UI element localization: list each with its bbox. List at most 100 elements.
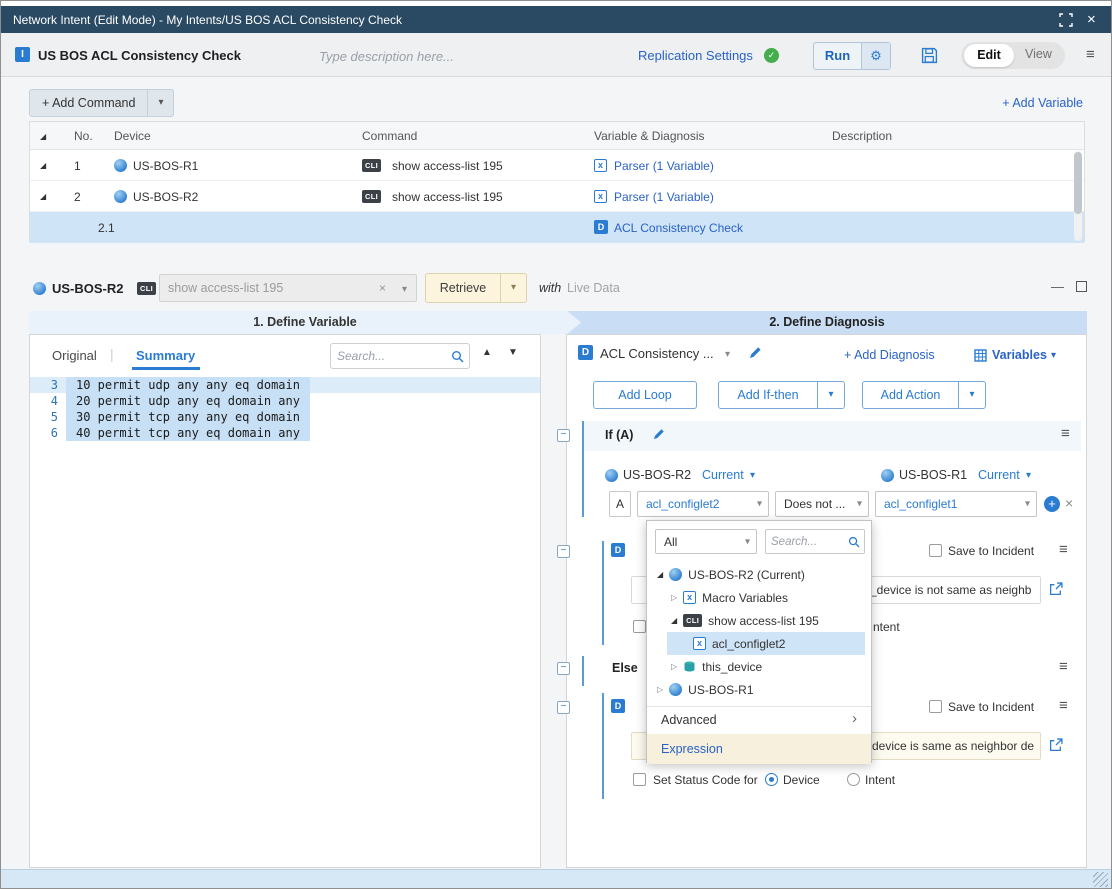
run-settings-gear-icon[interactable]: ⚙: [861, 43, 890, 69]
else-menu-icon[interactable]: ≡: [1059, 658, 1068, 675]
code-line[interactable]: 4 20 permit udp any eq domain any: [30, 393, 540, 409]
tree-item-command[interactable]: ◢ CLI show access-list 195: [647, 609, 873, 632]
collapse-all-icon[interactable]: ◢: [40, 132, 46, 141]
advanced-item[interactable]: Advanced ›: [647, 707, 871, 734]
search-icon[interactable]: [848, 536, 860, 548]
add-command-button[interactable]: + Add Command: [30, 90, 147, 116]
add-variable-link[interactable]: + Add Variable: [1002, 96, 1083, 110]
collapse-else-diag-icon[interactable]: −: [557, 701, 570, 714]
tree-item-this-device[interactable]: ▷ this_device: [647, 655, 873, 678]
tree-item-device[interactable]: ▷ US-BOS-R1: [647, 678, 873, 701]
code-line[interactable]: 6 40 permit tcp any eq domain any: [30, 425, 540, 441]
else-diag-menu-icon[interactable]: ≡: [1059, 697, 1068, 714]
status-device-radio[interactable]: [765, 773, 778, 786]
tree-item-variable-selected[interactable]: x acl_configlet2: [667, 632, 865, 655]
retrieve-button[interactable]: Retrieve: [426, 274, 500, 302]
find-next-icon[interactable]: ▼: [508, 347, 518, 358]
add-loop-button[interactable]: Add Loop: [593, 381, 697, 409]
live-data-label[interactable]: Live Data: [567, 281, 620, 295]
code-view[interactable]: 3 10 permit udp any any eq domain 4 20 p…: [30, 377, 540, 441]
command-caret-icon[interactable]: ▾: [402, 284, 407, 295]
expression-item[interactable]: Expression: [647, 734, 871, 764]
left-operand-select[interactable]: acl_configlet2 ▾: [637, 491, 769, 517]
open-external-icon[interactable]: [1049, 582, 1063, 596]
parser-link[interactable]: Parser (1 Variable): [614, 190, 714, 204]
add-condition-icon[interactable]: +: [1044, 496, 1060, 512]
search-icon[interactable]: [451, 350, 464, 363]
then-menu-icon[interactable]: ≡: [1059, 541, 1068, 558]
add-if-then-button[interactable]: Add If-then: [718, 381, 818, 409]
retrieve-caret-icon[interactable]: ▾: [500, 274, 526, 302]
collapsed-icon[interactable]: ▷: [671, 593, 677, 602]
resize-grip[interactable]: [1093, 872, 1108, 887]
table-row[interactable]: ◢ 1 US-BOS-R1 CLI show access-list 195 x…: [30, 150, 1084, 181]
row-expand-icon[interactable]: ◢: [40, 192, 46, 201]
variables-caret-icon[interactable]: ▾: [1051, 350, 1056, 361]
table-scrollbar[interactable]: [1074, 151, 1082, 241]
collapsed-icon[interactable]: ▷: [671, 662, 677, 671]
parser-link[interactable]: Parser (1 Variable): [614, 159, 714, 173]
add-command-caret-icon[interactable]: ▾: [147, 90, 173, 116]
else-set-status-checkbox[interactable]: [633, 773, 646, 786]
open-external-icon[interactable]: [1049, 738, 1063, 752]
edit-toggle[interactable]: Edit: [964, 44, 1014, 67]
add-action-button[interactable]: Add Action: [862, 381, 959, 409]
tab-summary[interactable]: Summary: [136, 348, 195, 363]
variables-button[interactable]: Variables: [992, 348, 1047, 362]
then-save-to-incident-checkbox[interactable]: [929, 544, 942, 557]
table-row[interactable]: ◢ 2 US-BOS-R2 CLI show access-list 195 x…: [30, 181, 1084, 212]
remove-condition-icon[interactable]: ×: [1065, 495, 1073, 511]
replication-settings-link[interactable]: Replication Settings: [638, 48, 753, 63]
code-line[interactable]: 5 30 permit tcp any any eq domain: [30, 409, 540, 425]
maximize-icon[interactable]: [1076, 281, 1087, 292]
diagnosis-link[interactable]: ACL Consistency Check: [614, 221, 743, 235]
popup-filter-select[interactable]: All ▾: [655, 529, 757, 554]
code-line[interactable]: 3 10 permit udp any any eq domain: [30, 377, 540, 393]
tab-original[interactable]: Original: [52, 348, 97, 363]
command-input[interactable]: show access-list 195 × ▾: [159, 274, 417, 302]
description-input[interactable]: [319, 44, 599, 68]
expanded-icon[interactable]: ◢: [671, 616, 677, 625]
if-left-mode[interactable]: Current: [702, 468, 744, 482]
diagnosis-selector[interactable]: ACL Consistency ...: [600, 346, 714, 361]
add-if-then-caret-icon[interactable]: ▾: [817, 381, 845, 409]
run-button[interactable]: Run: [814, 43, 861, 69]
status-intent-radio[interactable]: [847, 773, 860, 786]
code-search-input[interactable]: [337, 346, 445, 366]
popup-search-input[interactable]: [771, 532, 843, 551]
view-toggle[interactable]: View: [1025, 47, 1052, 61]
if-right-mode[interactable]: Current: [978, 468, 1020, 482]
select-caret-icon: ▾: [757, 499, 762, 510]
expand-window-icon[interactable]: [1059, 13, 1073, 27]
if-menu-icon[interactable]: ≡: [1061, 425, 1070, 442]
else-save-to-incident-checkbox[interactable]: [929, 700, 942, 713]
if-left-mode-caret-icon[interactable]: ▾: [750, 470, 755, 481]
collapsed-icon[interactable]: ▷: [657, 685, 663, 694]
edit-diagnosis-pencil-icon[interactable]: [749, 346, 762, 359]
minimize-icon[interactable]: —: [1051, 279, 1064, 294]
add-action-caret-icon[interactable]: ▾: [958, 381, 986, 409]
then-set-status-checkbox[interactable]: [633, 620, 646, 633]
add-diagnosis-link[interactable]: + Add Diagnosis: [844, 348, 935, 362]
edit-if-pencil-icon[interactable]: [653, 428, 665, 440]
row-expand-icon[interactable]: ◢: [40, 161, 46, 170]
collapse-else-icon[interactable]: −: [557, 662, 570, 675]
device-icon: [114, 190, 127, 203]
save-icon[interactable]: [921, 47, 938, 64]
tree-item-macro-variables[interactable]: ▷ x Macro Variables: [647, 586, 873, 609]
select-caret-icon: ▾: [857, 499, 862, 510]
collapse-if-icon[interactable]: −: [557, 429, 570, 442]
close-icon[interactable]: ×: [1087, 11, 1096, 28]
expanded-icon[interactable]: ◢: [657, 570, 663, 579]
right-operand-select[interactable]: acl_configlet1 ▾: [875, 491, 1037, 517]
table-row-selected[interactable]: 2.1 D ACL Consistency Check: [30, 212, 1084, 243]
tree-item-device[interactable]: ◢ US-BOS-R2 (Current): [647, 563, 873, 586]
find-prev-icon[interactable]: ▲: [482, 347, 492, 358]
operator-select[interactable]: Does not ... ▾: [775, 491, 869, 517]
header-menu-icon[interactable]: ≡: [1086, 46, 1095, 63]
clear-command-icon[interactable]: ×: [379, 281, 386, 295]
diagnosis-selector-caret-icon[interactable]: ▾: [725, 349, 730, 360]
table-scrollbar-thumb[interactable]: [1074, 152, 1082, 214]
collapse-then-icon[interactable]: −: [557, 545, 570, 558]
if-right-mode-caret-icon[interactable]: ▾: [1026, 470, 1031, 481]
